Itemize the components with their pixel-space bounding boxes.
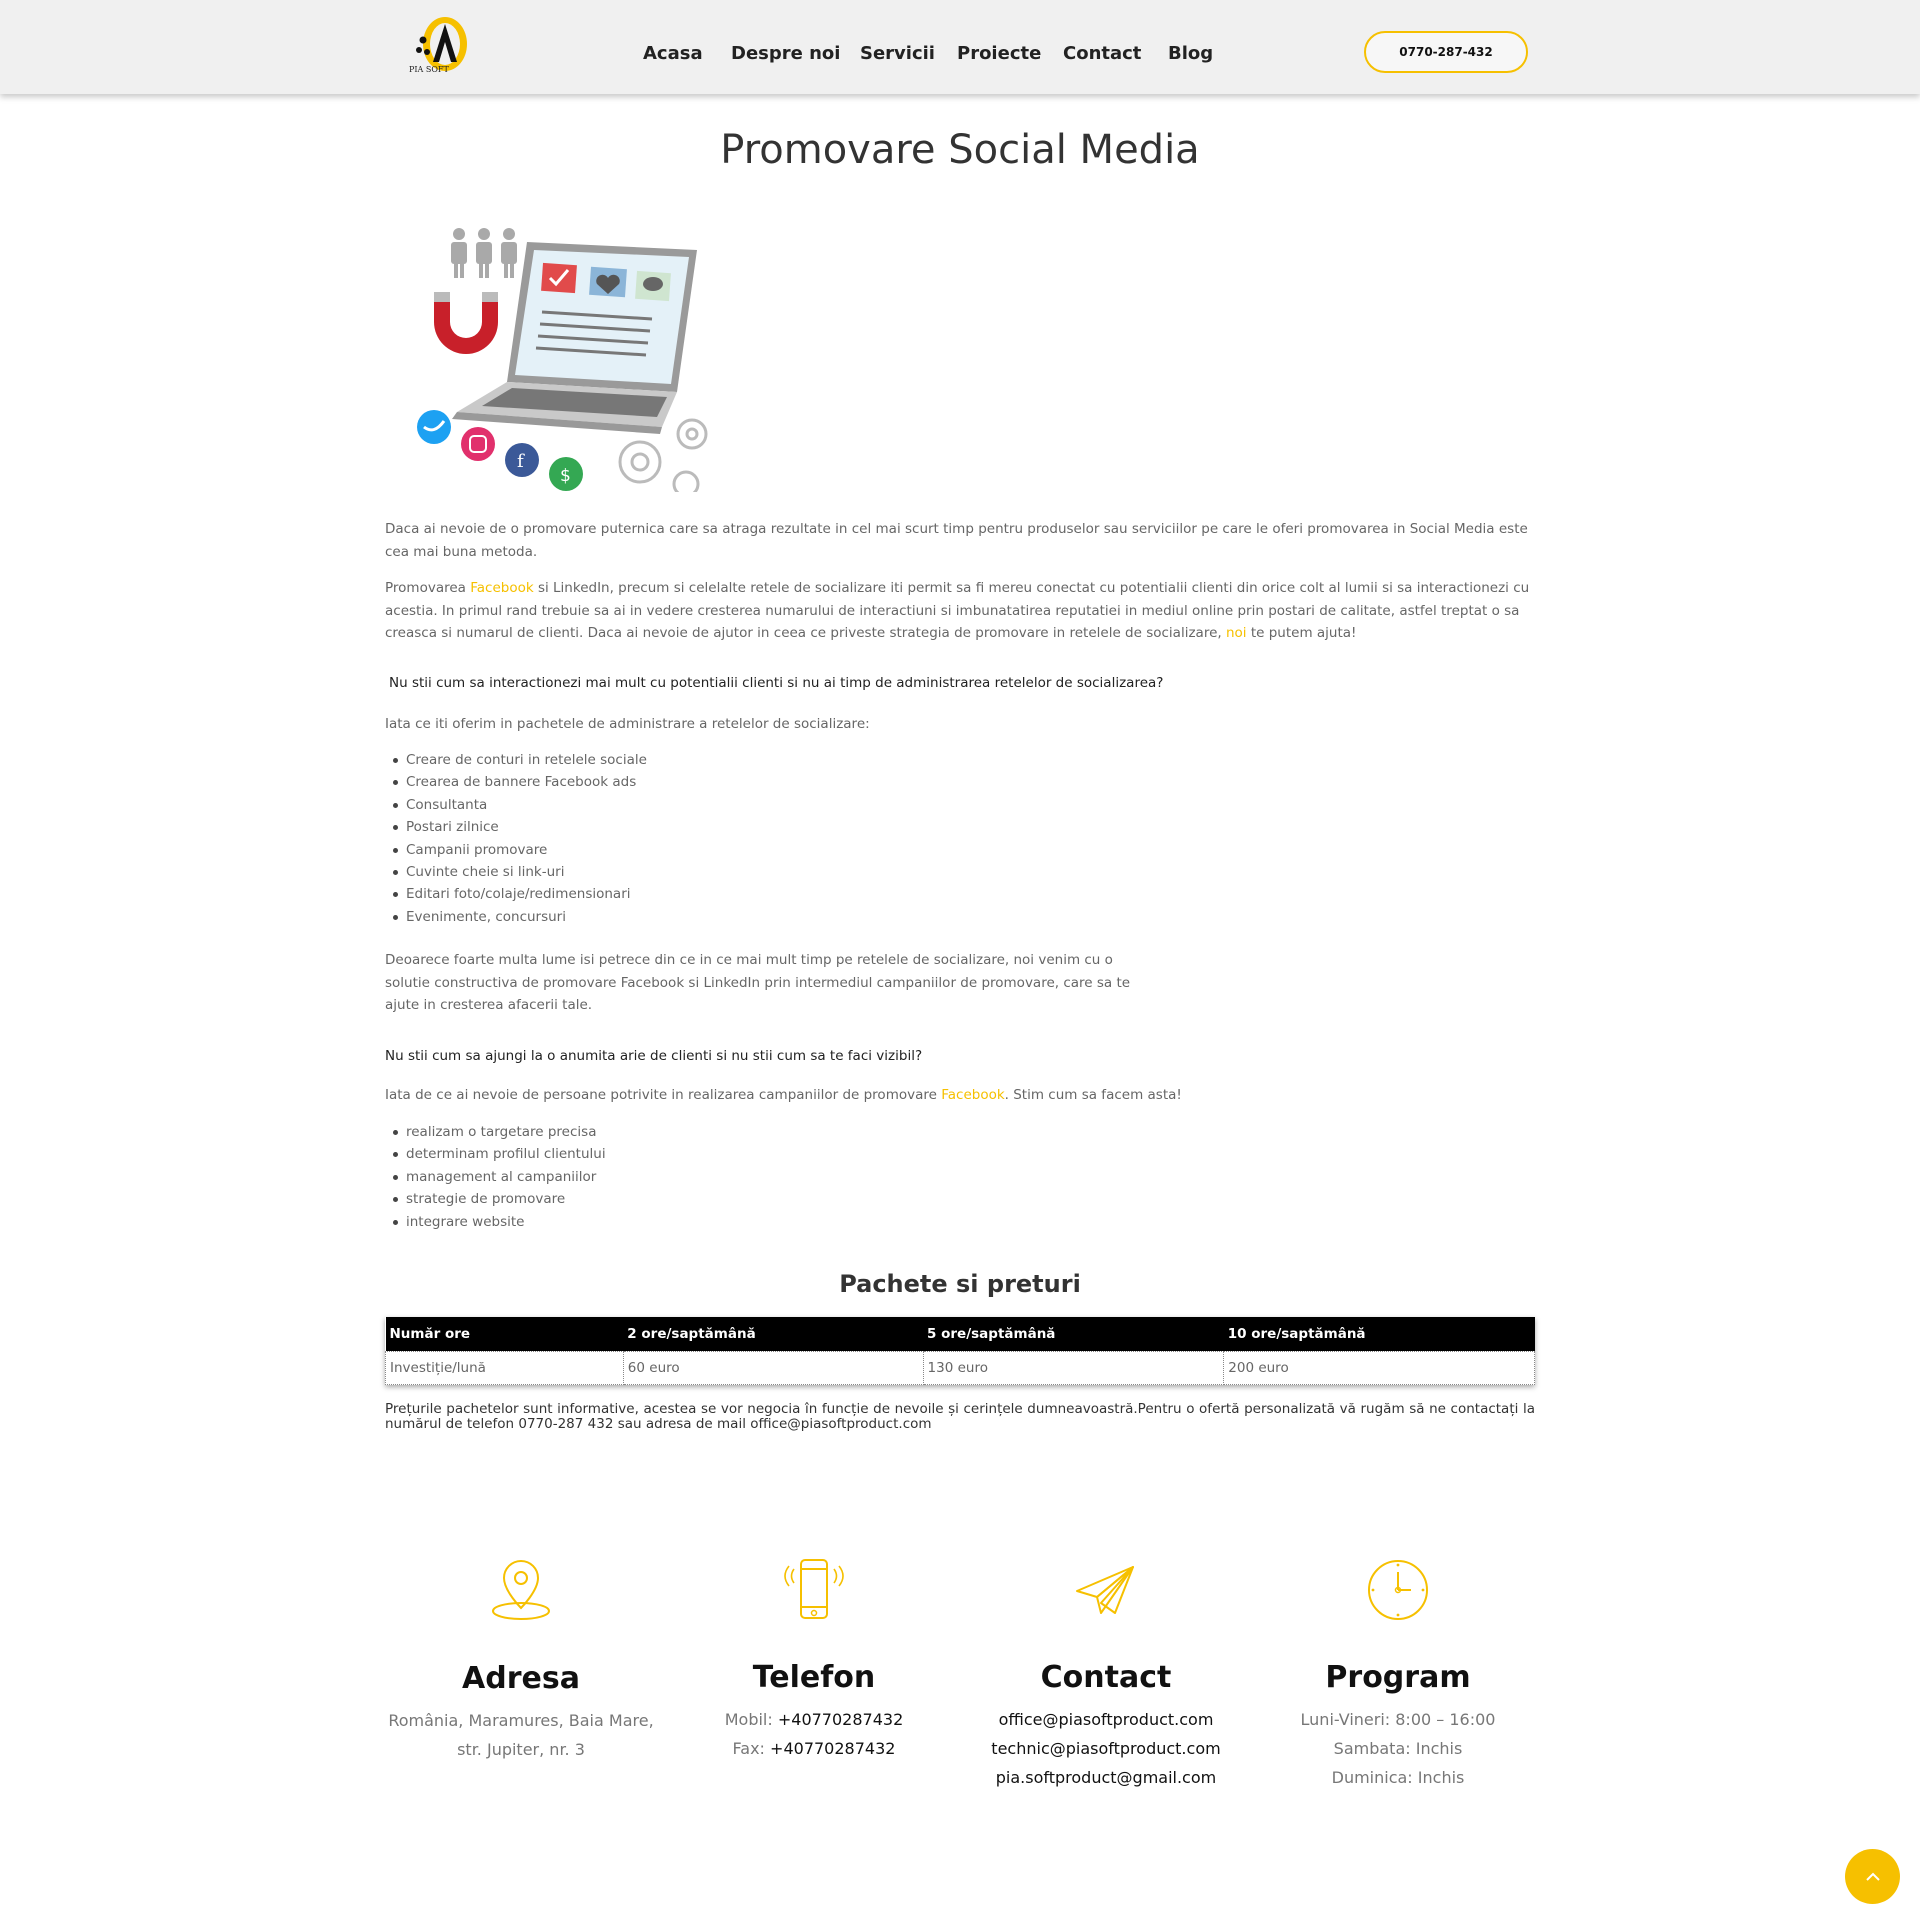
- table-cell: 130 euro: [922, 1350, 1225, 1385]
- table-cell: Investiție/lună: [385, 1350, 624, 1385]
- table-header-cell: 2 ore/saptămână: [623, 1317, 924, 1351]
- list-item: integrare website: [385, 1211, 606, 1233]
- email-link[interactable]: pia.softproduct@gmail.com: [961, 1763, 1251, 1792]
- price-table: Număr ore 2 ore/saptămână 5 ore/saptămân…: [385, 1317, 1535, 1385]
- nav-item-proiecte[interactable]: Proiecte: [957, 43, 1041, 64]
- pricing-note: Prețurile pachetelor sunt informative, a…: [385, 1401, 1535, 1432]
- people-icon: [451, 228, 517, 278]
- facebook-link-2[interactable]: Facebook: [941, 1087, 1004, 1103]
- phone-title: Telefon: [752, 1660, 876, 1695]
- campaign-paragraph: Deoarece foarte multa lume isi petrece d…: [385, 952, 1131, 1013]
- list-item: Consultanta: [385, 794, 647, 816]
- svg-text:$: $: [560, 466, 571, 486]
- question-heading-2: Nu stii cum sa ajungi la o anumita arie …: [385, 1048, 923, 1064]
- email-link[interactable]: technic@piasoftproduct.com: [961, 1734, 1251, 1763]
- scroll-to-top-button[interactable]: [1845, 1849, 1900, 1904]
- list-item: Evenimente, concursuri: [385, 906, 647, 928]
- site-header: PIA SOFT Acasa Despre noi Servicii Proie…: [0, 0, 1920, 94]
- nav-item-blog[interactable]: Blog: [1168, 43, 1213, 64]
- program-title: Program: [1325, 1660, 1471, 1695]
- table-header-cell: 5 ore/saptămână: [923, 1317, 1224, 1351]
- social-media-illustration: f $: [417, 228, 708, 492]
- table-cell: 200 euro: [1223, 1350, 1535, 1385]
- list-item: realizam o targetare precisa: [385, 1121, 606, 1143]
- nav-item-contact[interactable]: Contact: [1063, 43, 1141, 64]
- list-item: management al campaniilor: [385, 1166, 606, 1188]
- address-block: Adresa România, Maramures, Baia Mare, st…: [376, 1555, 666, 1764]
- twitter-icon: [417, 410, 451, 444]
- targeting-intro: Iata de ce ai nevoie de persoane potrivi…: [385, 1087, 1182, 1103]
- phone-block: Telefon Mobil: +40770287432 Fax: +407702…: [669, 1555, 959, 1763]
- nav-item-servicii[interactable]: Servicii: [860, 43, 935, 64]
- schedule-line: Luni-Vineri: 8:00 – 16:00: [1300, 1710, 1496, 1729]
- list-item: Crearea de bannere Facebook ads: [385, 771, 647, 793]
- promo-paragraph: Promovarea Facebook si LinkedIn, precum …: [385, 580, 1530, 641]
- mobile-line: Mobil: +40770287432: [724, 1710, 904, 1729]
- targeting-list: realizam o targetare precisa determinam …: [385, 1121, 606, 1233]
- packages-intro: Iata ce iti oferim in pachetele de admin…: [385, 716, 870, 732]
- list-item: Cuvinte cheie si link-uri: [385, 861, 647, 883]
- intro-paragraph: Daca ai nevoie de o promovare puternica …: [385, 521, 1528, 560]
- contact-title: Contact: [1040, 1660, 1172, 1695]
- address-line: România, Maramures, Baia Mare,: [388, 1711, 654, 1730]
- nav-item-despre-noi[interactable]: Despre noi: [731, 43, 840, 64]
- table-header-row: Număr ore 2 ore/saptămână 5 ore/saptămân…: [385, 1317, 1535, 1351]
- schedule-line: Sambata: Inchis: [1333, 1739, 1463, 1758]
- address-title: Adresa: [462, 1661, 580, 1696]
- email-link[interactable]: office@piasoftproduct.com: [961, 1705, 1251, 1734]
- clock-icon: [1368, 1560, 1428, 1620]
- page-title: Promovare Social Media: [720, 127, 1200, 173]
- table-row: Investiție/lună 60 euro 130 euro 200 eur…: [385, 1350, 1535, 1385]
- list-item: Campanii promovare: [385, 839, 647, 861]
- contact-block: Contact office@piasoftproduct.com techni…: [961, 1555, 1251, 1792]
- list-item: determinam profilul clientului: [385, 1143, 606, 1165]
- chevron-up-icon: [1865, 1872, 1880, 1881]
- list-item: strategie de promovare: [385, 1188, 606, 1210]
- packages-title: Pachete si preturi: [839, 1270, 1081, 1298]
- magnet-icon: [434, 300, 498, 354]
- noi-link[interactable]: noi: [1226, 625, 1247, 641]
- table-header-cell: Număr ore: [385, 1317, 624, 1351]
- instagram-icon: [461, 427, 495, 461]
- mobile-number[interactable]: +40770287432: [778, 1710, 903, 1729]
- location-pin-icon: [492, 1559, 550, 1620]
- question-heading-1: Nu stii cum sa interactionezi mai mult c…: [389, 675, 1164, 691]
- list-item: Creare de conturi in retelele sociale: [385, 749, 647, 771]
- fax-line: Fax: +40770287432: [732, 1739, 896, 1758]
- main-nav: Acasa Despre noi Servicii Proiecte Conta…: [0, 43, 1920, 69]
- address-line: str. Jupiter, nr. 3: [457, 1740, 585, 1759]
- list-item: Postari zilnice: [385, 816, 647, 838]
- facebook-link[interactable]: Facebook: [470, 580, 533, 596]
- table-header-cell: 10 ore/saptămână: [1223, 1317, 1535, 1351]
- services-list: Creare de conturi in retelele sociale Cr…: [385, 749, 647, 928]
- fax-number[interactable]: +40770287432: [770, 1739, 895, 1758]
- program-block: Program Luni-Vineri: 8:00 – 16:00 Sambat…: [1253, 1555, 1543, 1792]
- table-cell: 60 euro: [622, 1350, 924, 1385]
- phone-button[interactable]: 0770-287-432: [1364, 31, 1528, 73]
- list-item: Editari foto/colaje/redimensionari: [385, 883, 647, 905]
- mobile-phone-icon: [784, 1559, 844, 1619]
- schedule-line: Duminica: Inchis: [1331, 1768, 1465, 1787]
- nav-item-acasa[interactable]: Acasa: [643, 43, 703, 64]
- paper-plane-icon: [1076, 1566, 1134, 1614]
